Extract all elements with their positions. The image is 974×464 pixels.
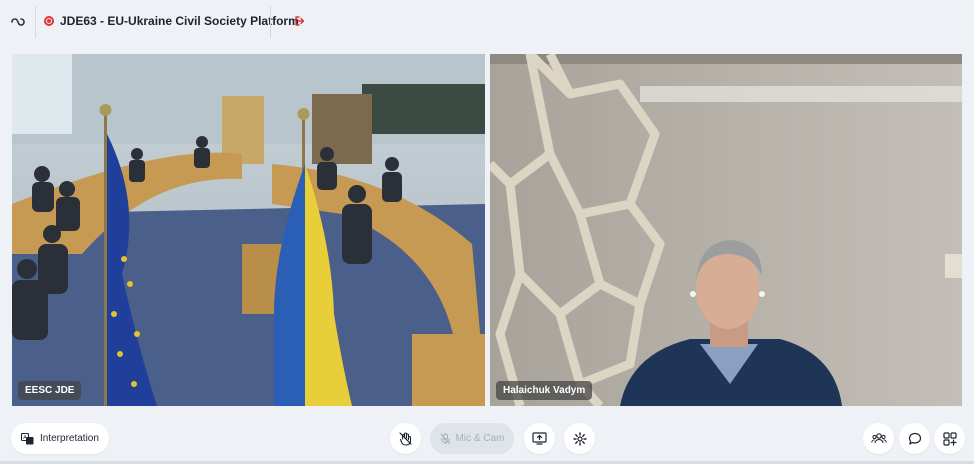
settings-icon: [572, 431, 587, 446]
participant-name-tag: Halaichuk Vadym: [496, 381, 593, 400]
meeting-title: JDE63 - EU-Ukraine Civil Society Platfor…: [60, 14, 299, 28]
share-screen-icon: [532, 432, 547, 445]
apps-grid-icon: [942, 431, 957, 446]
header-divider: [270, 6, 271, 38]
header-divider: [35, 6, 36, 38]
leave-meeting-icon[interactable]: [294, 14, 308, 28]
hand-off-icon: [399, 432, 412, 446]
conference-room-video: [12, 54, 485, 406]
interpretation-label: Interpretation: [40, 433, 99, 444]
mic-cam-button[interactable]: Mic & Cam: [430, 423, 514, 454]
participants-icon: [870, 433, 887, 444]
svg-text:A: A: [23, 435, 27, 441]
link-loop-icon[interactable]: [8, 12, 28, 32]
share-screen-button[interactable]: [524, 423, 555, 454]
microphone-off-icon: [440, 432, 450, 444]
settings-button[interactable]: [564, 423, 595, 454]
video-tile-eesc[interactable]: EESC JDE: [12, 54, 485, 406]
chat-button[interactable]: [899, 423, 930, 454]
participant-name-tag: EESC JDE: [18, 381, 82, 400]
mic-cam-label: Mic & Cam: [455, 433, 505, 444]
chat-icon: [908, 432, 921, 445]
participant-video: [490, 54, 962, 406]
recording-icon: [44, 16, 54, 26]
interpretation-button[interactable]: A Interpretation: [11, 423, 109, 454]
raise-hand-button[interactable]: [390, 423, 421, 454]
video-tile-halaichuk[interactable]: Halaichuk Vadym: [490, 54, 962, 406]
translate-icon: A: [21, 432, 34, 444]
meeting-header: JDE63 - EU-Ukraine Civil Society Platfor…: [0, 0, 974, 44]
apps-button[interactable]: [934, 423, 965, 454]
participants-button[interactable]: [863, 423, 894, 454]
